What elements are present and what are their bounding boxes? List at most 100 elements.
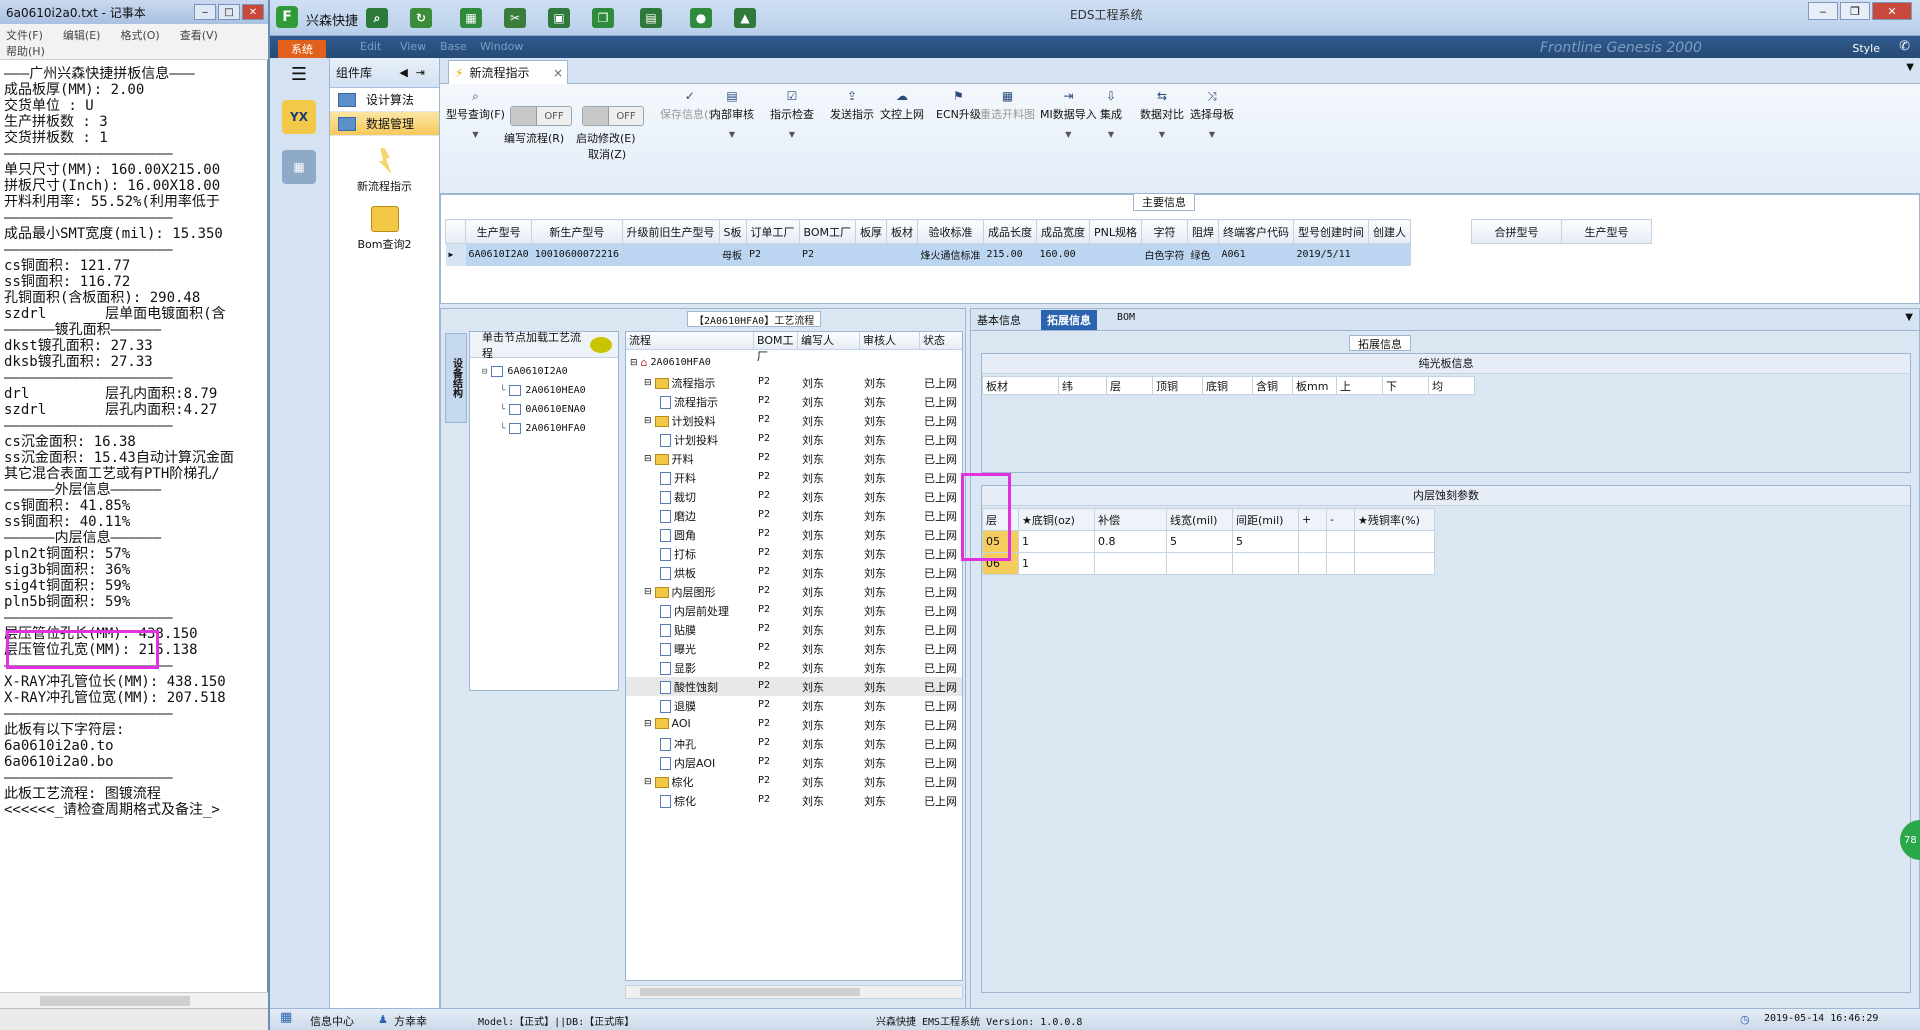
flow-row[interactable]: 酸性蚀刻 P2 刘东 刘东 已上网 (626, 677, 962, 696)
collapse-icon[interactable]: ⊟ (644, 719, 652, 729)
flow-row[interactable]: 贴膜 P2 刘东 刘东 已上网 (626, 620, 962, 639)
toolbar-button-8[interactable]: ⇥ MI数据导入 ▼ (1040, 90, 1097, 139)
toolbar-button-2[interactable]: ▤ 内部审核 ▼ (710, 90, 754, 139)
flow-col-header[interactable]: 审核人 (860, 332, 920, 350)
inner-cell[interactable]: 1 (1018, 552, 1095, 575)
inner-col-header[interactable]: - (1326, 508, 1355, 531)
checkbox-icon[interactable] (509, 423, 522, 434)
flow-row[interactable]: 显影 P2 刘东 刘东 已上网 (626, 658, 962, 677)
main-cell[interactable] (855, 243, 887, 266)
collapse-icon[interactable]: ⊟ (644, 777, 652, 787)
chart-quick-icon[interactable]: ▲ (734, 8, 756, 28)
pure-col-header[interactable]: 纬 (1058, 376, 1107, 395)
main-col-header[interactable]: 型号创建时间 (1293, 219, 1370, 244)
main-col-header[interactable]: 终端客户代码 (1218, 219, 1295, 244)
main-cell[interactable] (1089, 243, 1142, 266)
menu-edit[interactable]: 编辑(E) (63, 28, 101, 44)
main-col-header[interactable]: 创建人 (1368, 219, 1412, 244)
main-col-header[interactable]: 字符 (1141, 219, 1189, 244)
refresh-quick-icon[interactable]: ↻ (410, 8, 432, 28)
toggle-switch-1[interactable]: OFF (582, 106, 644, 126)
col-merge-model[interactable]: 合拼型号 (1471, 219, 1562, 244)
main-cell[interactable]: 白色字符 (1141, 243, 1188, 266)
inner-cell[interactable] (1326, 530, 1355, 553)
inner-cell[interactable]: 5 (1232, 530, 1299, 553)
toolbar-button-7[interactable]: ▦ 重选开料图 (980, 90, 1035, 122)
flow-row[interactable]: 磨边 P2 刘东 刘东 已上网 (626, 506, 962, 525)
main-col-header[interactable]: PNL规格 (1089, 219, 1143, 244)
flow-row[interactable]: 圆角 P2 刘东 刘东 已上网 (626, 525, 962, 544)
main-col-header[interactable]: 订单工厂 (745, 219, 800, 244)
flow-row[interactable]: 计划投料 P2 刘东 刘东 已上网 (626, 430, 962, 449)
flow-col-header[interactable]: 编写人 (798, 332, 860, 350)
main-cell[interactable]: 160.00 (1036, 243, 1090, 266)
tree-node[interactable]: ⊟ 6A0610I2A0 (482, 366, 568, 377)
tab-basic-info[interactable]: 基本信息 (977, 312, 1021, 328)
restore-icon[interactable]: ❐ (1840, 2, 1870, 20)
inner-cell[interactable]: 1 (1018, 530, 1095, 553)
calculator-module-icon[interactable]: ▦ (282, 150, 316, 184)
inner-etch-row[interactable]: 05 1 0.8 5 5 (982, 530, 1435, 553)
pure-col-header[interactable]: 下 (1382, 376, 1429, 395)
main-cell[interactable]: 2019/5/11 (1293, 243, 1369, 266)
film-quick-icon[interactable]: ▣ (548, 8, 570, 28)
inner-etch-row[interactable]: 06 1 (982, 552, 1435, 575)
copy-quick-icon[interactable]: ❐ (592, 8, 614, 28)
inner-col-header[interactable]: 补偿 (1094, 508, 1167, 531)
inner-col-header[interactable]: 间距(mil) (1232, 508, 1299, 531)
table-quick-icon[interactable]: ▤ (640, 8, 662, 28)
toggle-switch-0[interactable]: OFF (510, 106, 572, 126)
dropdown-arrow-icon[interactable]: ▼ (472, 130, 478, 139)
flow-row[interactable]: 开料 P2 刘东 刘东 已上网 (626, 468, 962, 487)
menu-help[interactable]: 帮助(H) (6, 44, 45, 60)
toolbar-button-5[interactable]: ☁ 文控上网 (880, 90, 924, 122)
tab-bom[interactable]: BOM (1117, 312, 1135, 323)
flow-row[interactable]: 内层AOI P2 刘东 刘东 已上网 (626, 753, 962, 772)
new-flow-button[interactable]: 新流程指示 (330, 148, 439, 194)
inner-cell[interactable] (1354, 552, 1435, 575)
main-col-header[interactable]: BOM工厂 (798, 219, 857, 244)
flow-row[interactable]: 冲孔 P2 刘东 刘东 已上网 (626, 734, 962, 753)
toolbar-button-3[interactable]: ☑ 指示检查 ▼ (770, 90, 814, 139)
flow-row[interactable]: ⊟ 开料 P2 刘东 刘东 已上网 (626, 449, 962, 468)
component-item-design-algo[interactable]: 设计算法 (330, 88, 439, 112)
flow-row[interactable]: ⊟ 内层图形 P2 刘东 刘东 已上网 (626, 582, 962, 601)
inner-col-header[interactable]: ★底铜(oz) (1018, 508, 1095, 531)
component-item-data-management[interactable]: 数据管理 (330, 112, 439, 136)
close-icon[interactable]: ✕ (242, 4, 264, 20)
inner-cell[interactable] (1326, 552, 1355, 575)
flow-row[interactable]: 曝光 P2 刘东 刘东 已上网 (626, 639, 962, 658)
inner-cell[interactable] (1354, 530, 1435, 553)
flow-row[interactable]: ⊟ 流程指示 P2 刘东 刘东 已上网 (626, 373, 962, 392)
toolbar-button-6[interactable]: ⚑ ECN升级 (936, 90, 981, 122)
flow-col-header[interactable]: 流程 (626, 332, 754, 350)
checkbox-icon[interactable] (491, 366, 504, 377)
main-col-header[interactable]: 阻焊 (1187, 219, 1220, 244)
checkbox-icon[interactable] (509, 404, 522, 415)
main-col-header[interactable]: S板 (718, 219, 747, 244)
flow-row[interactable]: 退膜 P2 刘东 刘东 已上网 (626, 696, 962, 715)
flow-row[interactable]: 棕化 P2 刘东 刘东 已上网 (626, 791, 962, 810)
flow-root-row[interactable]: ⊟ ⌂ 2A0610HFA0 (626, 354, 962, 373)
cancel-label[interactable]: 取消(Z) (588, 146, 626, 162)
main-cell[interactable]: 绿色 (1187, 243, 1219, 266)
flow-row[interactable]: 裁切 P2 刘东 刘东 已上网 (626, 487, 962, 506)
minimize-icon[interactable]: ‒ (194, 4, 216, 20)
flow-grid-scrollbar[interactable] (625, 985, 963, 999)
flow-row[interactable]: ⊟ 棕化 P2 刘东 刘东 已上网 (626, 772, 962, 791)
inner-cell[interactable] (1094, 552, 1167, 575)
flow-row[interactable]: ⊟ AOI P2 刘东 刘东 已上网 (626, 715, 962, 734)
flow-col-header[interactable]: 状态 (920, 332, 962, 350)
main-col-header[interactable]: 验收标准 (917, 219, 985, 244)
inner-col-header[interactable]: ★残铜率(%) (1354, 508, 1435, 531)
col-production-model[interactable]: 生产型号 (1561, 219, 1652, 244)
yx-module-icon[interactable]: YX (282, 100, 316, 134)
tab-new-flow[interactable]: ⚡ 新流程指示 × (448, 60, 568, 84)
collapse-icon[interactable]: ⊟ (644, 454, 652, 464)
dropdown-arrow-icon[interactable]: ▼ (1108, 130, 1114, 139)
collapse-icon[interactable]: ⊟ (644, 416, 652, 426)
notepad-titlebar[interactable]: 6a0610i2a0.txt - 记事本 ‒ □ ✕ (0, 0, 268, 24)
pure-col-header[interactable]: 均 (1428, 376, 1475, 395)
pure-col-header[interactable]: 板材 (982, 376, 1059, 395)
menu-format[interactable]: 格式(O) (120, 28, 159, 44)
